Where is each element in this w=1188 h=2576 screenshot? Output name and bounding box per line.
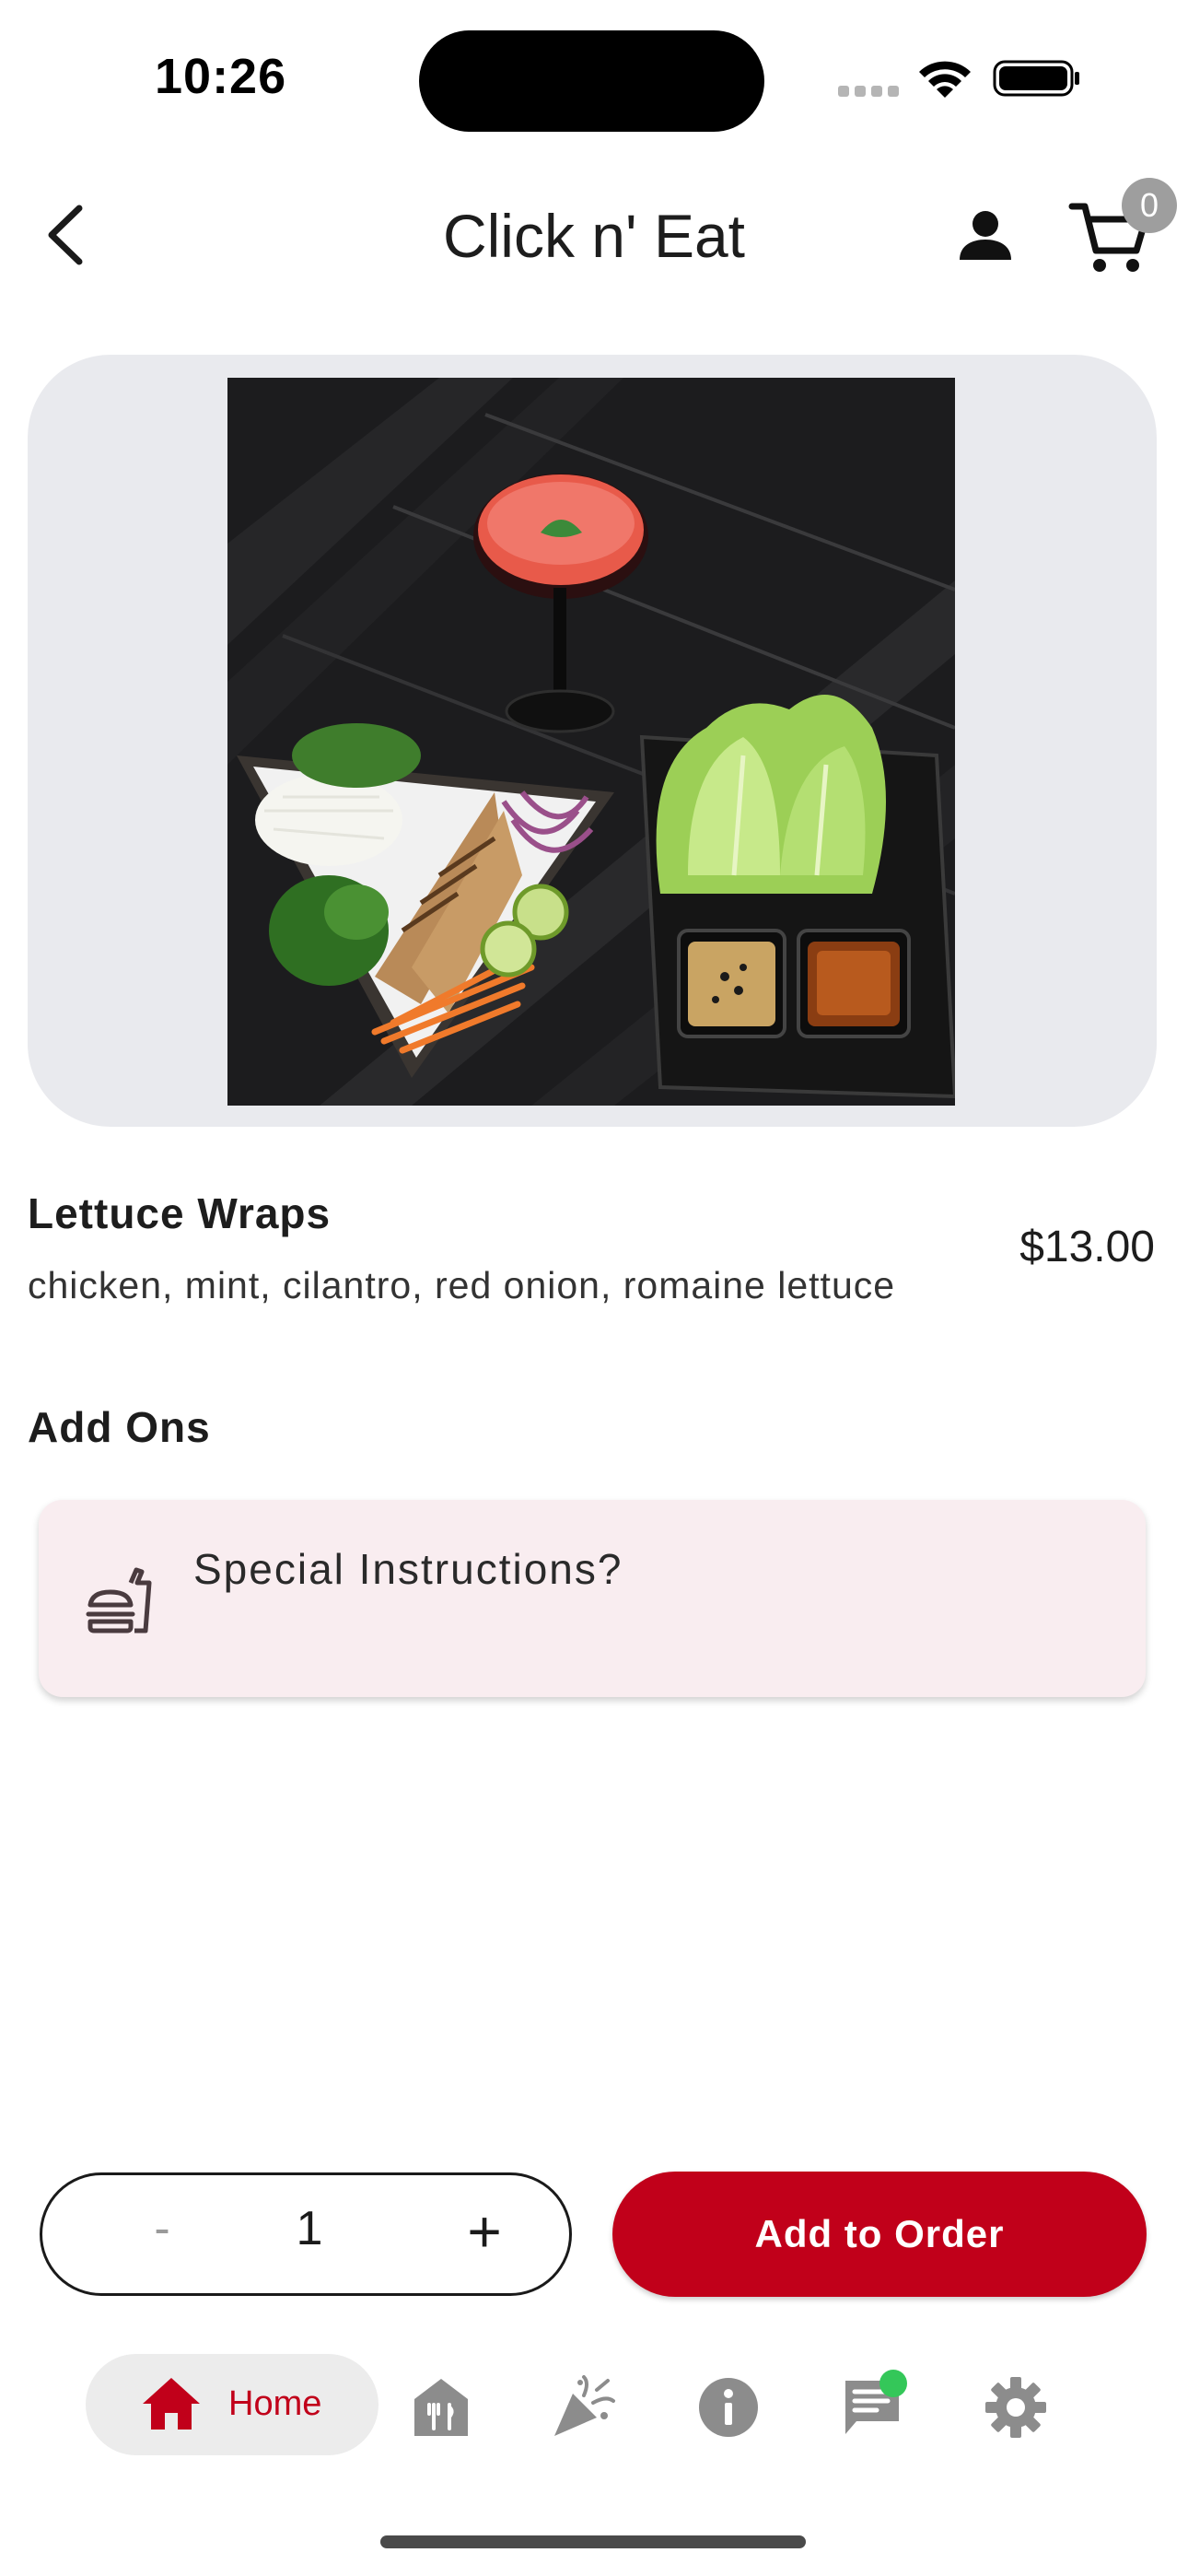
nav-home[interactable]: Home bbox=[86, 2354, 379, 2455]
chat-notification-dot bbox=[879, 2370, 907, 2397]
quantity-value: 1 bbox=[296, 2202, 323, 2255]
special-instructions-button[interactable]: Special Instructions? bbox=[39, 1500, 1146, 1697]
fastfood-icon bbox=[86, 1567, 152, 1633]
home-indicator bbox=[380, 2535, 806, 2548]
status-time: 10:26 bbox=[155, 49, 287, 104]
home-icon bbox=[143, 2378, 200, 2430]
restaurant-icon[interactable] bbox=[409, 2375, 473, 2440]
celebration-icon[interactable] bbox=[553, 2375, 617, 2440]
decrease-quantity-button[interactable]: - bbox=[134, 2201, 190, 2256]
quantity-stepper: - 1 + bbox=[40, 2172, 572, 2296]
cellular-signal-icon bbox=[838, 85, 904, 101]
settings-icon[interactable] bbox=[984, 2375, 1048, 2440]
item-image-card bbox=[28, 355, 1157, 1127]
bottom-navigation: Home bbox=[0, 2349, 1188, 2460]
item-description: chicken, mint, cilantro, red onion, roma… bbox=[28, 1264, 896, 1306]
item-name: Lettuce Wraps bbox=[28, 1189, 332, 1237]
person-icon bbox=[960, 211, 1011, 260]
cart-count-badge: 0 bbox=[1122, 178, 1177, 233]
wifi-icon bbox=[919, 61, 971, 98]
special-instructions-label: Special Instructions? bbox=[193, 1545, 623, 1593]
app-header: Click n' Eat bbox=[0, 175, 1188, 295]
info-icon[interactable] bbox=[696, 2375, 761, 2440]
add-to-order-button[interactable]: Add to Order bbox=[612, 2172, 1147, 2297]
increase-quantity-button[interactable]: + bbox=[457, 2197, 512, 2266]
battery-icon bbox=[993, 60, 1079, 97]
dynamic-island bbox=[419, 30, 764, 132]
add-ons-title: Add Ons bbox=[28, 1403, 211, 1451]
status-bar: 10:26 bbox=[0, 0, 1188, 157]
nav-home-label: Home bbox=[228, 2384, 322, 2423]
item-photo bbox=[227, 378, 955, 1106]
item-price: $13.00 bbox=[1019, 1223, 1155, 1271]
profile-button[interactable] bbox=[949, 199, 1022, 273]
